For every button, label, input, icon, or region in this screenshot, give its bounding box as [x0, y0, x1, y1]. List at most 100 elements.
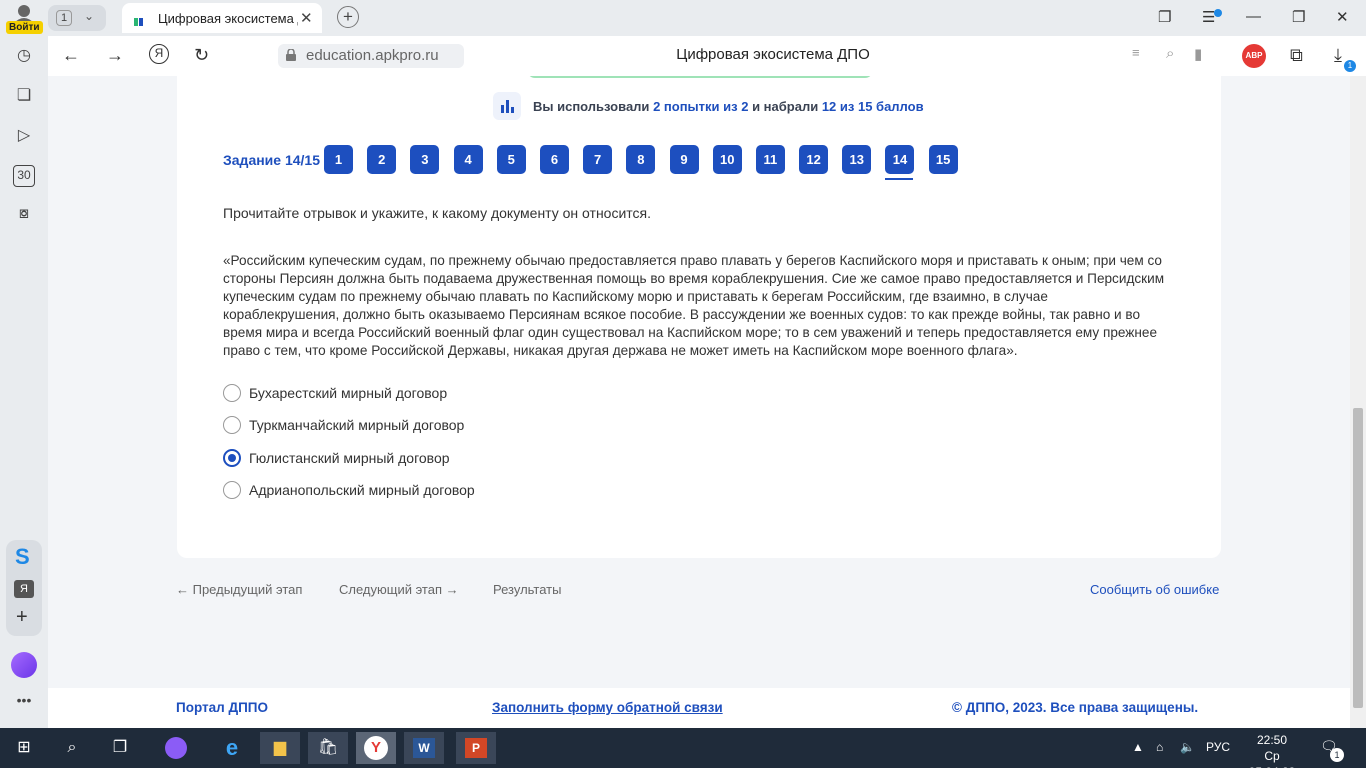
answer-option-label: Гюлистанский мирный договор [249, 449, 450, 466]
portal-link[interactable]: Портал ДППО [176, 700, 268, 715]
volume-icon[interactable]: 🔈 [1180, 740, 1195, 754]
radio-button[interactable] [223, 416, 241, 435]
system-clock[interactable]: 22:50 Ср 05.04.23 [1240, 732, 1304, 768]
history-icon[interactable]: ◷ [13, 45, 35, 67]
screenshot-icon[interactable]: ⧇ [13, 205, 35, 227]
scrollbar-thumb[interactable] [1353, 408, 1363, 708]
results-link[interactable]: Результаты [493, 582, 561, 597]
file-explorer-icon[interactable]: ▆ [260, 732, 300, 764]
restore-icon[interactable]: ❐ [1292, 8, 1305, 26]
question-counter: Задание 14/15 [223, 151, 321, 168]
question-nav-button[interactable]: 13 [842, 145, 872, 174]
collections-icon[interactable]: ❏ [13, 85, 35, 107]
tray-expand-icon[interactable]: ▲ [1132, 740, 1144, 754]
alice-assistant-icon[interactable] [11, 652, 37, 678]
question-nav-button[interactable]: 4 [453, 145, 483, 174]
browser-tab[interactable]: Цифровая экосистема ДПО ✕ [122, 3, 322, 44]
success-bar [527, 76, 873, 78]
browser-titlebar: 1 ⌄ Цифровая экосистема ДПО ✕ + ❐ ☰ — ❐ … [0, 0, 1366, 44]
translate-icon[interactable]: ⌕ [1166, 45, 1174, 62]
reader-mode-icon[interactable]: ≡ [1132, 45, 1140, 60]
page-scrollbar[interactable] [1350, 76, 1366, 728]
answer-options: Бухарестский мирный договор Туркманчайски… [223, 377, 475, 506]
stats-middle: и набрали [752, 98, 819, 114]
calendar-icon[interactable]: 30 [13, 165, 35, 187]
question-prompt: Прочитайте отрывок и укажите, к какому д… [223, 205, 652, 221]
word-icon[interactable]: W [404, 732, 444, 764]
video-play-icon[interactable]: ▷ [13, 125, 35, 147]
task-view-icon[interactable]: ❐ [100, 732, 140, 764]
login-button[interactable]: Войти [6, 21, 43, 34]
prev-stage-link[interactable]: ← Предыдущий этап [176, 582, 302, 597]
yandex-icon[interactable]: Я [149, 44, 169, 64]
download-icon[interactable]: ⤓ [1334, 45, 1342, 66]
radio-button[interactable] [223, 448, 241, 467]
stats-attempts: 2 попытки из 2 [653, 98, 749, 114]
question-nav-button[interactable]: 1 [324, 145, 354, 174]
start-windows-icon[interactable]: ⊞ [4, 732, 44, 764]
notifications-badge: 1 [1330, 748, 1344, 762]
tab-counter-button[interactable]: 1 ⌄ [48, 5, 106, 31]
question-nav-button[interactable]: 10 [712, 145, 742, 174]
question-nav-button[interactable]: 3 [410, 145, 440, 174]
question-nav-button[interactable]: 9 [669, 145, 699, 174]
yandex-browser-icon[interactable]: Y [356, 732, 396, 764]
tab-title: Цифровая экосистема ДПО [158, 11, 298, 26]
answer-option-label: Туркманчайский мирный договор [249, 417, 465, 434]
chart-bars-icon [493, 92, 521, 120]
store-icon[interactable]: 🛍 [308, 732, 348, 764]
extensions-icon[interactable]: ⧉ [1290, 45, 1303, 66]
search-icon[interactable]: ⌕ [52, 732, 92, 764]
answer-option[interactable]: Туркманчайский мирный договор [223, 409, 475, 441]
question-nav-button[interactable]: 11 [755, 145, 785, 174]
radio-button[interactable] [223, 384, 241, 403]
report-error-link[interactable]: Сообщить об ошибке [1090, 582, 1219, 597]
browser-sidebar: Войти ◷ ❏ ▷ 30 ⧇ S Я + ••• [0, 0, 48, 728]
app-s-icon[interactable]: S [15, 544, 30, 570]
question-nav-button[interactable]: 5 [496, 145, 526, 174]
adblock-icon[interactable]: ABP [1242, 44, 1266, 68]
notification-dot-icon [1214, 9, 1222, 17]
close-tab-icon[interactable]: ✕ [300, 9, 313, 27]
edge-icon[interactable]: e [212, 732, 252, 764]
bookmark-icon[interactable]: ▮ [1194, 45, 1202, 63]
close-window-icon[interactable]: ✕ [1336, 8, 1349, 26]
powerpoint-icon[interactable]: P [456, 732, 496, 764]
question-nav-button[interactable]: 2 [367, 145, 397, 174]
reload-icon[interactable]: ↻ [194, 45, 209, 66]
collections-icon[interactable]: ❐ [1158, 8, 1171, 26]
question-nav-button[interactable]: 12 [799, 145, 829, 174]
page-footer: Портал ДППО Заполнить форму обратной свя… [48, 688, 1350, 728]
back-arrow-icon[interactable]: ← [62, 45, 80, 66]
add-app-icon[interactable]: + [16, 606, 28, 629]
question-nav-button[interactable]: 15 [928, 145, 958, 174]
answer-option[interactable]: Гюлистанский мирный договор [223, 442, 475, 474]
attempts-stats: Вы использовали 2 попытки из 2 и набрали… [493, 88, 924, 124]
copyright-text: © ДППО, 2023. Все права защищены. [952, 700, 1199, 715]
answer-option[interactable]: Адрианопольский мирный договор [223, 474, 475, 506]
radio-button[interactable] [223, 481, 241, 500]
question-card: Вы использовали 2 попытки из 2 и набрали… [177, 76, 1221, 558]
network-icon[interactable]: ⌂ [1156, 740, 1163, 754]
downloads-badge: 1 [1344, 60, 1356, 72]
new-tab-button[interactable]: + [337, 6, 359, 28]
stats-prefix: Вы использовали [533, 98, 650, 114]
alice-taskbar-icon[interactable] [156, 732, 196, 764]
minimize-icon[interactable]: — [1246, 8, 1261, 25]
feedback-form-link[interactable]: Заполнить форму обратной связи [492, 700, 723, 715]
question-nav-button[interactable]: 14 [885, 145, 915, 180]
lock-icon [286, 49, 296, 61]
answer-option[interactable]: Бухарестский мирный договор [223, 377, 475, 409]
question-nav-button[interactable]: 6 [539, 145, 569, 174]
next-stage-link[interactable]: Следующий этап → [339, 582, 459, 597]
more-icon[interactable]: ••• [13, 692, 35, 714]
url-field[interactable]: education.apkpro.ru [278, 44, 464, 68]
question-nav-button[interactable]: 7 [583, 145, 613, 174]
yandex-app-icon[interactable]: Я [14, 580, 34, 598]
answer-option-label: Бухарестский мирный договор [249, 385, 448, 402]
language-indicator[interactable]: РУС [1206, 740, 1230, 754]
forward-arrow-icon[interactable]: → [106, 45, 124, 66]
clock-date: Ср 05.04.23 [1249, 749, 1296, 768]
chevron-down-icon: ⌄ [84, 9, 95, 23]
question-nav-button[interactable]: 8 [626, 145, 656, 174]
